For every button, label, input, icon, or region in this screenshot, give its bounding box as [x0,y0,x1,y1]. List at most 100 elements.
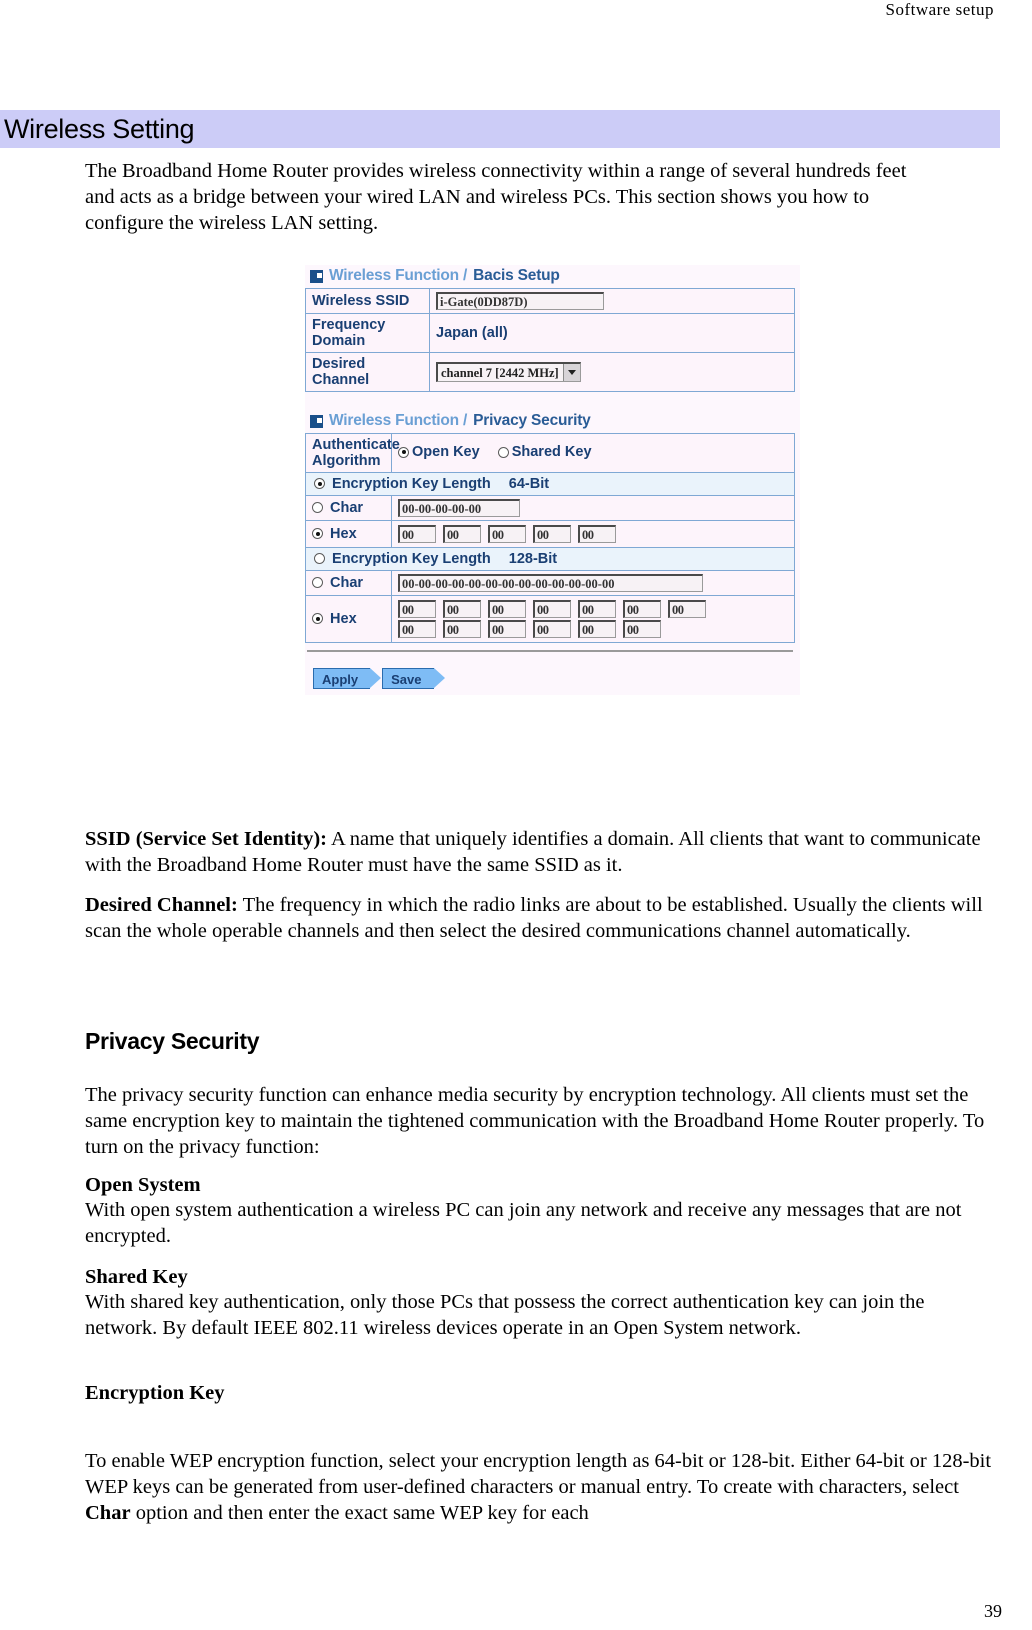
shared-key-text: With shared key authentication, only tho… [85,1291,925,1340]
hex-128-input[interactable]: 00 [488,600,526,618]
shared-key-option[interactable]: Shared Key [497,444,592,461]
hex-64-input[interactable]: 00 [578,525,616,543]
router-config-screenshot: Wireless Function / Bacis Setup Wireless… [305,265,800,695]
char-64-radio-icon[interactable] [312,502,323,513]
hex-64-label: Hex [330,526,357,542]
open-key-label: Open Key [412,444,480,461]
basic-setup-header-prefix: Wireless Function / [329,267,468,284]
open-key-radio-icon[interactable] [398,446,409,458]
char-64-value-cell: 00-00-00-00-00 [391,495,795,521]
authenticate-algorithm-options: Open Key Shared Key [391,433,795,473]
key-length-64-radio-icon[interactable] [314,478,325,489]
intro-paragraph: The Broadband Home Router provides wirel… [85,160,907,235]
hex-128-input[interactable]: 00 [488,620,526,638]
char-64-input[interactable]: 00-00-00-00-00 [398,499,520,517]
hex-128-input[interactable]: 00 [533,600,571,618]
hex-128-label: Hex [330,611,357,627]
ssid-definition-block: SSID (Service Set Identity): A name that… [85,826,997,895]
hex-128-input[interactable]: 00 [398,620,436,638]
shared-key-block: Shared Key With shared key authenticatio… [85,1266,997,1358]
hex-128-input[interactable]: 00 [623,620,661,638]
table-row-char-64: Char 00-00-00-00-00 [305,495,795,521]
key-length-64-label: Encryption Key Length [332,476,491,492]
hex-128-input[interactable]: 00 [578,600,616,618]
hex-64-input[interactable]: 00 [398,525,436,543]
frequency-domain-label: Frequency Domain [305,313,430,353]
hex-128-label-cell[interactable]: Hex [305,595,392,643]
hex-64-input-row: 00 00 00 00 00 [398,524,788,544]
hex-128-radio-icon[interactable] [312,613,323,624]
privacy-security-paragraph: The privacy security function can enhanc… [85,1084,985,1159]
hex-128-input[interactable]: 00 [398,600,436,618]
desired-channel-selected-value: channel 7 [2442 MHz] [441,366,559,380]
privacy-security-heading-block: Privacy Security [85,1028,997,1055]
char-64-label-cell[interactable]: Char [305,495,392,521]
hex-64-label-cell[interactable]: Hex [305,520,392,548]
ssid-definition: SSID (Service Set Identity): A name that… [85,826,997,878]
open-system-block: Open System With open system authenticat… [85,1174,997,1266]
apply-button[interactable]: Apply [313,668,382,689]
hex-64-input[interactable]: 00 [488,525,526,543]
encryption-text-part1: To enable WEP encryption function, selec… [85,1450,992,1499]
char-128-value-cell: 00-00-00-00-00-00-00-00-00-00-00-00-00 [391,570,795,596]
basic-setup-header: Wireless Function / Bacis Setup [305,265,800,288]
hex-128-value-cell: 00 00 00 00 00 00 00 00 00 00 00 00 00 [391,595,795,643]
frequency-domain-value: Japan (all) [429,313,795,353]
privacy-header-prefix: Wireless Function / [329,412,468,429]
char-128-label: Char [330,575,364,591]
wireless-ssid-input[interactable]: i-Gate(0DD87D) [436,292,604,310]
hex-64-input[interactable]: 00 [443,525,481,543]
encryption-key-heading: Encryption Key [85,1382,225,1404]
char-128-radio-icon[interactable] [312,577,323,588]
ssid-value-cell: i-Gate(0DD87D) [429,288,795,314]
privacy-security-heading: Privacy Security [85,1028,260,1054]
page-number: 39 [984,1601,1002,1621]
key-length-128-value: 128-Bit [508,551,558,567]
desired-channel-definition: Desired Channel: The frequency in which … [85,892,997,944]
table-row-hex-64: Hex 00 00 00 00 00 [305,520,795,548]
privacy-security-panel: Wireless Function / Privacy Security Aut… [305,410,800,695]
table-row-char-128: Char 00-00-00-00-00-00-00-00-00-00-00-00… [305,570,795,596]
encryption-paragraph: To enable WEP encryption function, selec… [85,1448,997,1526]
open-key-option[interactable]: Open Key [398,444,480,460]
hex-64-radio-icon[interactable] [312,528,323,539]
hex-64-input[interactable]: 00 [533,525,571,543]
key-length-128-label: Encryption Key Length [332,551,491,567]
hex-128-input[interactable]: 00 [443,600,481,618]
authenticate-algorithm-label: Authenticate Algorithm [305,433,400,473]
privacy-security-table: Authenticate Algorithm Open Key Shared K… [305,433,795,643]
open-system-text: With open system authentication a wirele… [85,1199,962,1248]
page-title: Wireless Setting [4,113,195,144]
encryption-text-part2: option and then enter the exact same WEP… [130,1502,589,1525]
desired-channel-select[interactable]: channel 7 [2442 MHz] [436,362,581,382]
key-length-64-cell[interactable]: Encryption Key Length 64-Bit [305,472,795,496]
panel-bullet-icon [310,269,323,283]
key-length-128-cell[interactable]: Encryption Key Length 128-Bit [305,547,795,571]
hex-128-input[interactable]: 00 [623,600,661,618]
basic-setup-header-suffix: Bacis Setup [473,267,560,284]
auth-label-line1: Authenticate [312,437,400,453]
hex-128-input[interactable]: 00 [668,600,706,618]
save-button[interactable]: Save [382,668,445,689]
key-length-128-radio-icon[interactable] [314,553,325,564]
desired-channel-label: Desired Channel [305,352,430,392]
open-system-heading: Open System [85,1174,201,1196]
hex-128-input[interactable]: 00 [533,620,571,638]
basic-setup-panel: Wireless Function / Bacis Setup Wireless… [305,265,800,392]
char-128-input[interactable]: 00-00-00-00-00-00-00-00-00-00-00-00-00 [398,574,703,592]
shared-key-label: Shared Key [511,444,592,461]
hex-128-input[interactable]: 00 [443,620,481,638]
char-option-term: Char [85,1502,131,1525]
hex-128-input-row-2: 00 00 00 00 00 00 [398,619,788,639]
table-row-authenticate-algorithm: Authenticate Algorithm Open Key Shared K… [305,433,795,473]
desired-channel-term: Desired Channel: [85,894,238,916]
char-128-label-cell[interactable]: Char [305,570,392,596]
shared-key-radio-icon[interactable] [497,446,509,458]
encryption-key-block: Encryption Key [85,1382,997,1405]
desired-channel-value-cell: channel 7 [2442 MHz] [429,352,795,392]
privacy-security-header: Wireless Function / Privacy Security [305,410,800,433]
privacy-security-paragraph-block: The privacy security function can enhanc… [85,1082,997,1177]
hex-128-input[interactable]: 00 [578,620,616,638]
chevron-down-icon[interactable] [562,364,580,381]
form-button-row: Apply Save [305,652,800,695]
